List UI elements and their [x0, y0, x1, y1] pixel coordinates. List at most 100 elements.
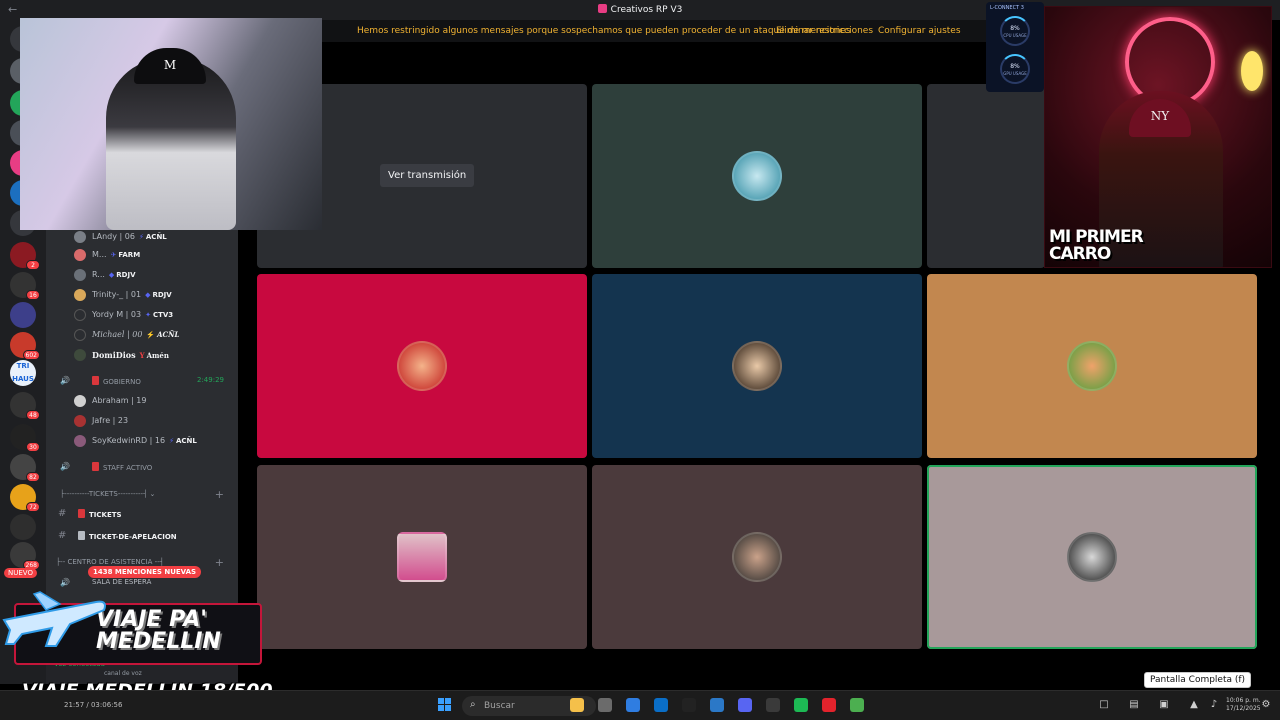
webcam-overlay-right: NY MI PRIMER CARRO [1044, 6, 1272, 268]
windows-start-icon[interactable] [438, 698, 452, 712]
obs-icon[interactable] [766, 698, 780, 712]
participant-tile[interactable] [927, 84, 1045, 268]
mention-badge: 602 [22, 350, 40, 360]
watch-stream-button[interactable]: Ver transmisión [380, 164, 475, 187]
new-mentions-pill[interactable]: 1438 MENCIONES NUEVAS [88, 566, 202, 578]
avatar [1067, 341, 1117, 391]
hash-icon: # [58, 530, 67, 541]
server-icon[interactable]: 2 [10, 242, 40, 270]
system-stats-widget: L-CONNECT 3 8% CPU USAGE 8% GPU USAGE [986, 2, 1044, 92]
participant-tile[interactable] [257, 465, 587, 649]
mention-raid-notice: Hemos restringido algunos mensajes porqu… [322, 20, 1042, 42]
mention-badge: 30 [26, 442, 40, 452]
mention-badge: 2 [26, 260, 40, 270]
promo-text: MI PRIMER CARRO [1049, 227, 1144, 264]
fullscreen-tooltip: Pantalla Completa (f) [1144, 672, 1252, 688]
voice-member[interactable]: R... ◆ RDJV [46, 266, 238, 284]
avatar [1067, 532, 1117, 582]
volume-icon[interactable]: ♪ [1208, 699, 1220, 711]
configure-settings-link[interactable]: Configurar ajustes [878, 26, 961, 36]
speaker-icon: 🔊 [60, 578, 70, 587]
avatar [74, 309, 86, 321]
discord-icon[interactable] [738, 698, 752, 712]
settings-icon[interactable]: ⚙ [1260, 699, 1272, 711]
cpu-gauge: 8% CPU USAGE [1000, 16, 1030, 46]
server-icon[interactable]: 72 [10, 484, 40, 512]
avatar [397, 532, 447, 582]
stream-time: 21:57 / 03:06:56 [64, 701, 123, 709]
avatar [74, 415, 86, 427]
participant-tile-speaking[interactable] [927, 465, 1257, 649]
avatar [732, 341, 782, 391]
server-icon[interactable] [10, 302, 36, 328]
avatar [397, 341, 447, 391]
airplane-icon [2, 591, 106, 647]
chrome-icon[interactable] [850, 698, 864, 712]
voice-member[interactable]: Yordy M | 03 ✦ CTV3 [46, 306, 238, 324]
hash-icon: # [58, 508, 67, 519]
add-channel-icon[interactable]: + [215, 488, 224, 501]
system-clock[interactable]: 10:06 p. m. 17/12/2025 [1226, 697, 1261, 713]
add-channel-icon[interactable]: + [215, 556, 224, 569]
windows-taskbar: 21:57 / 03:06:56 ⌕ Buscar □ ▤ ▣ ▲ ♪ 10:0… [0, 690, 1280, 720]
mail-icon[interactable] [654, 698, 668, 712]
server-logo-icon [597, 4, 607, 13]
voice-channel-gobierno[interactable]: 🔊 GOBIERNO 2:49:29 [46, 372, 238, 390]
server-icon[interactable]: 602 [10, 332, 40, 360]
avatar [732, 151, 782, 201]
participant-tile[interactable] [592, 84, 922, 268]
voice-member[interactable]: Michael | 00 ⚡ ACÑL [46, 326, 238, 344]
cap-icon: M [134, 48, 206, 84]
voice-member[interactable]: SoyKedwinRD | 16 ⚡ ACÑL [46, 432, 238, 450]
gpu-gauge: 8% GPU USAGE [1000, 54, 1030, 84]
mention-badge: 82 [26, 472, 40, 482]
network-icon[interactable]: ▲ [1188, 699, 1200, 711]
server-icon[interactable] [10, 514, 36, 540]
voice-member[interactable]: DomiDios Y Amén [46, 346, 238, 364]
avatar [74, 269, 86, 281]
remove-restrictions-link[interactable]: Eliminar restricciones [776, 26, 873, 36]
voice-member[interactable]: LAndy | 06 ⚡ ACÑL [46, 228, 238, 246]
server-icon[interactable]: 16 [10, 272, 40, 300]
voice-member[interactable]: M... ✈ FARM [46, 246, 238, 264]
server-icon[interactable]: 48 [10, 392, 40, 420]
screen-icon[interactable]: □ [1098, 699, 1110, 711]
edge-icon[interactable] [626, 698, 640, 712]
participant-tile[interactable] [592, 465, 922, 649]
avatar [74, 349, 86, 361]
speaker-icon: 🔊 [60, 376, 70, 385]
store-icon[interactable] [598, 698, 612, 712]
server-icon-tri-haus[interactable]: TRI HAUS [10, 360, 36, 386]
server-icon[interactable]: 268 [10, 542, 40, 570]
new-servers-pill[interactable]: NUEVO [4, 568, 37, 578]
participant-tile[interactable] [927, 274, 1257, 458]
category-tickets[interactable]: ├----------TICKETS----------┤ ⌄ + [46, 486, 238, 504]
voice-channel-staff[interactable]: 🔊 STAFF ACTIVO [46, 458, 238, 476]
avatar [74, 289, 86, 301]
spotify-icon[interactable] [794, 698, 808, 712]
participant-tile[interactable] [592, 274, 922, 458]
participant-tile[interactable] [257, 274, 587, 458]
mention-badge: 16 [26, 290, 40, 300]
channel-tickets[interactable]: # TICKETS [46, 505, 238, 523]
avatar [74, 435, 86, 447]
server-icon[interactable]: 82 [10, 454, 40, 482]
voice-member[interactable]: Jafre | 23 [46, 412, 238, 430]
avatar [74, 329, 86, 341]
avatar [74, 395, 86, 407]
search-icon: ⌕ [470, 699, 476, 710]
voice-timer: 2:49:29 [197, 376, 224, 384]
fullscreen-icon[interactable]: ▣ [1158, 699, 1170, 711]
terminal-icon[interactable] [682, 698, 696, 712]
channel-ticket-apelacion[interactable]: # TICKET-DE-APELACION [46, 527, 238, 545]
voice-member[interactable]: Abraham | 19 [46, 392, 238, 410]
mention-badge: 48 [26, 410, 40, 420]
avatar [74, 249, 86, 261]
file-explorer-icon[interactable] [570, 698, 584, 712]
window-icon[interactable]: ▤ [1128, 699, 1140, 711]
vscode-icon[interactable] [710, 698, 724, 712]
voice-member[interactable]: Trinity-_ | 01 ◆ RDJV [46, 286, 238, 304]
opera-icon[interactable] [822, 698, 836, 712]
banana-light-icon [1241, 51, 1263, 91]
server-icon[interactable]: 30 [10, 424, 40, 452]
